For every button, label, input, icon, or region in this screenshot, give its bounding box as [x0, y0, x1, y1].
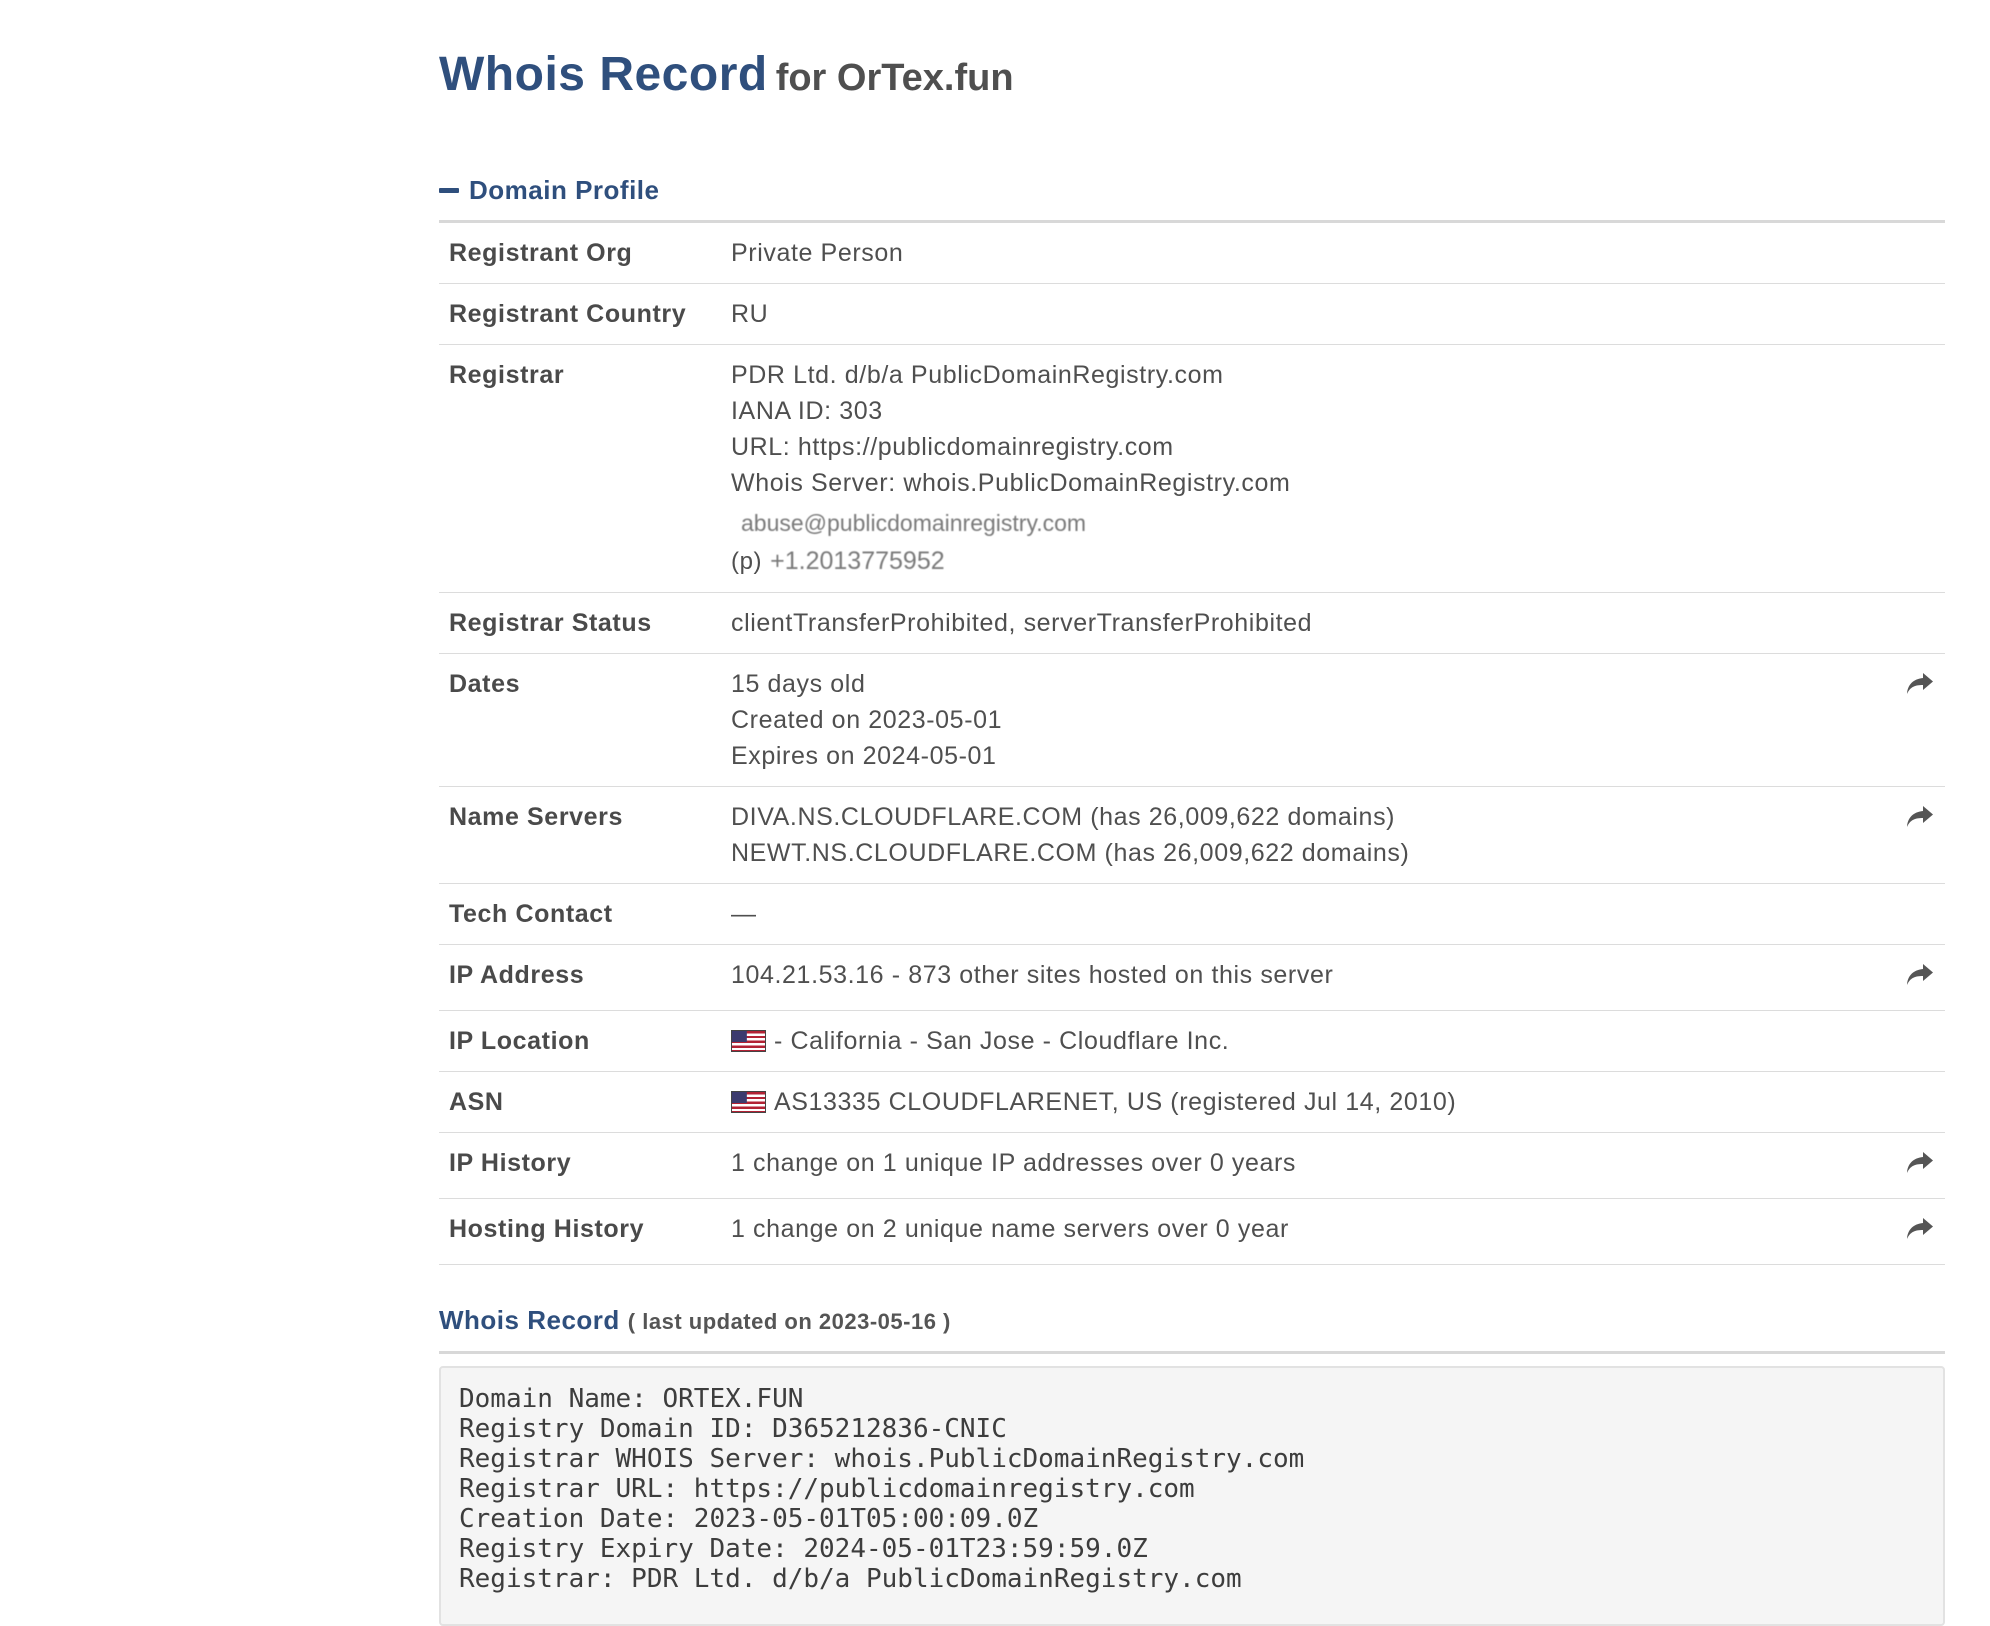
registrar-abuse-email: abuse@publicdomainregistry.com — [741, 510, 1087, 536]
raw-whois-line: Registry Expiry Date: 2024-05-01T23:59:5… — [459, 1534, 1148, 1564]
row-value-ip-address: 104.21.53.16 - 873 other sites hosted on… — [719, 944, 1895, 1011]
row-value-hosting-history: 1 change on 2 unique name servers over 0… — [719, 1198, 1895, 1265]
registrar-phone: (p) +1.2013775952 — [731, 543, 1885, 580]
minus-icon[interactable] — [439, 187, 459, 193]
table-row: Tech Contact — — [439, 883, 1945, 945]
row-label-registrar: Registrar — [439, 344, 719, 593]
row-value-tech-contact: — — [719, 883, 1895, 945]
share-arrow-icon[interactable] — [1905, 671, 1935, 697]
page-title-main: Whois Record — [439, 48, 768, 101]
ip-location-text: - California - San Jose - Cloudflare Inc… — [774, 1027, 1230, 1055]
row-value-ip-history: 1 change on 1 unique IP addresses over 0… — [719, 1132, 1895, 1199]
row-value-registrar-status: clientTransferProhibited, serverTransfer… — [719, 592, 1895, 654]
registrar-name: PDR Ltd. d/b/a PublicDomainRegistry.com — [731, 361, 1224, 389]
raw-whois-line: Registrar WHOIS Server: whois.PublicDoma… — [459, 1444, 1305, 1474]
share-arrow-icon[interactable] — [1905, 1216, 1935, 1242]
domain-profile-toggle[interactable]: Domain Profile — [439, 174, 1945, 206]
share-arrow-icon[interactable] — [1905, 804, 1935, 830]
name-server-1: DIVA.NS.CLOUDFLARE.COM (has 26,009,622 d… — [731, 803, 1396, 831]
row-label-tech-contact: Tech Contact — [439, 883, 719, 945]
row-value-ip-location: - California - San Jose - Cloudflare Inc… — [719, 1010, 1895, 1072]
raw-whois-line: Registry Domain ID: D365212836-CNIC — [459, 1414, 1007, 1444]
row-label-ip-location: IP Location — [439, 1010, 719, 1072]
page-title-domain: for OrTex.fun — [775, 57, 1014, 99]
table-row: IP Location - California - San Jose - Cl… — [439, 1010, 1945, 1072]
us-flag-icon — [731, 1091, 766, 1113]
expires-date: Expires on 2024-05-01 — [731, 742, 997, 770]
table-row: ASN AS13335 CLOUDFLARENET, US (registere… — [439, 1071, 1945, 1133]
section-divider — [439, 1351, 1945, 1354]
row-label-registrant-org: Registrant Org — [439, 223, 719, 284]
name-server-2: NEWT.NS.CLOUDFLARE.COM (has 26,009,622 d… — [731, 839, 1410, 867]
share-arrow-icon[interactable] — [1905, 962, 1935, 988]
row-label-name-servers: Name Servers — [439, 786, 719, 884]
whois-record-header: Whois Record ( last updated on 2023-05-1… — [439, 1305, 1945, 1337]
table-row: Registrar Status clientTransferProhibite… — [439, 592, 1945, 654]
row-value-registrant-country: RU — [719, 283, 1895, 345]
domain-age: 15 days old — [731, 670, 866, 698]
created-date: Created on 2023-05-01 — [731, 706, 1003, 734]
table-row: Name Servers DIVA.NS.CLOUDFLARE.COM (has… — [439, 786, 1945, 884]
table-row: Registrar PDR Ltd. d/b/a PublicDomainReg… — [439, 344, 1945, 593]
domain-profile-title[interactable]: Domain Profile — [469, 175, 659, 206]
row-value-registrant-org: Private Person — [719, 223, 1895, 284]
whois-record-title: Whois Record — [439, 1305, 620, 1335]
registrar-iana-id: IANA ID: 303 — [731, 397, 883, 425]
row-label-registrant-country: Registrant Country — [439, 283, 719, 345]
whois-last-updated: ( last updated on 2023-05-16 ) — [627, 1309, 951, 1334]
row-label-hosting-history: Hosting History — [439, 1198, 719, 1265]
phone-number: +1.2013775952 — [770, 547, 945, 575]
table-row: IP Address 104.21.53.16 - 873 other site… — [439, 944, 1945, 1011]
raw-whois-line: Creation Date: 2023-05-01T05:00:09.0Z — [459, 1504, 1039, 1534]
registrar-whois-server: Whois Server: whois.PublicDomainRegistry… — [731, 469, 1291, 497]
table-row: Hosting History 1 change on 2 unique nam… — [439, 1198, 1945, 1265]
row-label-dates: Dates — [439, 653, 719, 787]
raw-whois-line: Registrar URL: https://publicdomainregis… — [459, 1474, 1195, 1504]
registrar-url: URL: https://publicdomainregistry.com — [731, 433, 1174, 461]
raw-whois-line: Registrar: PDR Ltd. d/b/a PublicDomainRe… — [459, 1564, 1242, 1594]
domain-profile-table: Registrant Org Private Person Registrant… — [439, 223, 1945, 1265]
phone-prefix: (p) — [731, 548, 763, 575]
table-row: Registrant Country RU — [439, 283, 1945, 345]
whois-page: Whois Record for OrTex.fun Domain Profile… — [439, 40, 1945, 1626]
row-value-asn: AS13335 CLOUDFLARENET, US (registered Ju… — [719, 1071, 1895, 1133]
table-row: IP History 1 change on 1 unique IP addre… — [439, 1132, 1945, 1199]
table-row: Dates 15 days old Created on 2023-05-01 … — [439, 653, 1945, 787]
row-value-registrar: PDR Ltd. d/b/a PublicDomainRegistry.com … — [719, 344, 1895, 593]
asn-text: AS13335 CLOUDFLARENET, US (registered Ju… — [774, 1088, 1457, 1116]
row-value-name-servers: DIVA.NS.CLOUDFLARE.COM (has 26,009,622 d… — [719, 786, 1895, 884]
row-value-dates: 15 days old Created on 2023-05-01 Expire… — [719, 653, 1895, 787]
table-row: Registrant Org Private Person — [439, 223, 1945, 284]
row-label-ip-address: IP Address — [439, 944, 719, 1011]
row-label-registrar-status: Registrar Status — [439, 592, 719, 654]
us-flag-icon — [731, 1030, 766, 1052]
row-label-ip-history: IP History — [439, 1132, 719, 1199]
row-label-asn: ASN — [439, 1071, 719, 1133]
share-arrow-icon[interactable] — [1905, 1150, 1935, 1176]
page-title: Whois Record for OrTex.fun — [439, 40, 1945, 110]
raw-whois-line: Domain Name: ORTEX.FUN — [459, 1384, 804, 1414]
raw-whois-box: Domain Name: ORTEX.FUN Registry Domain I… — [439, 1366, 1945, 1626]
